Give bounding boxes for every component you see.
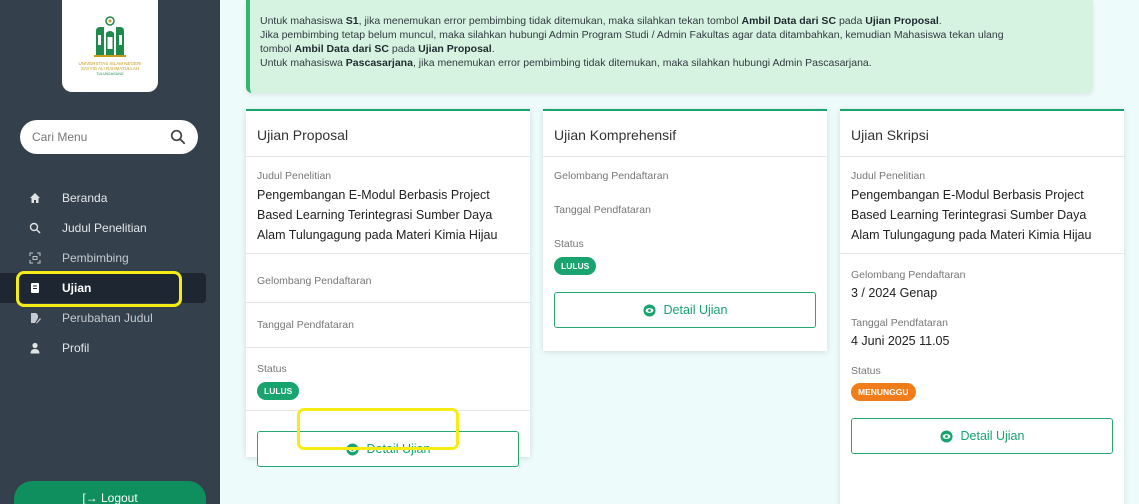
- sidebar-item-label: Perubahan Judul: [62, 311, 153, 325]
- detail-ujian-button[interactable]: Detail Ujian: [851, 418, 1113, 454]
- tanggal-label: Tanggal Pendfataran: [851, 317, 948, 329]
- logo-emblem-icon: [94, 16, 126, 57]
- sidebar-item-pembimbing[interactable]: Pembimbing: [0, 243, 220, 273]
- gelombang-label: Gelombang Pendaftaran: [554, 170, 669, 182]
- sidebar-menu: Beranda Judul Penelitian Pembimbing Ujia…: [0, 183, 220, 363]
- qr-icon: [28, 251, 42, 265]
- card-ujian-skripsi: Ujian Skripsi Judul Penelitian Pengemban…: [840, 109, 1124, 504]
- sidebar-item-profil[interactable]: Profil: [0, 333, 220, 363]
- sidebar-item-beranda[interactable]: Beranda: [0, 183, 220, 213]
- gelombang-value: 3 / 2024 Genap: [851, 286, 938, 300]
- sidebar-item-label: Judul Penelitian: [62, 221, 147, 235]
- logout-button[interactable]: [→ Logout: [14, 481, 206, 504]
- status-badge: MENUNGGU: [851, 383, 916, 401]
- status-label: Status: [554, 238, 584, 250]
- card-title: Ujian Skripsi: [840, 111, 1124, 157]
- judul-label: Judul Penelitian: [851, 170, 926, 182]
- detail-ujian-button[interactable]: Detail Ujian: [257, 431, 519, 467]
- sidebar-item-ujian[interactable]: Ujian: [0, 273, 206, 303]
- sidebar-item-label: Ujian: [62, 281, 92, 295]
- university-logo: UNIVERSITAS ISLAM NEGERI SAYYID ALI RAHM…: [62, 0, 158, 92]
- sidebar-item-label: Pembimbing: [62, 251, 129, 265]
- judul-label: Judul Penelitian: [257, 170, 332, 182]
- sidebar-item-label: Beranda: [62, 191, 108, 205]
- status-label: Status: [257, 363, 287, 375]
- book-icon: [28, 281, 42, 295]
- sidebar-item-judul-penelitian[interactable]: Judul Penelitian: [0, 213, 220, 243]
- sidebar-item-perubahan-judul[interactable]: Perubahan Judul: [0, 303, 220, 333]
- eye-icon: [345, 442, 359, 456]
- info-alert: Untuk mahasiswa S1, jika menemukan error…: [246, 0, 1093, 93]
- card-title: Ujian Proposal: [246, 111, 530, 157]
- eye-icon: [939, 429, 953, 443]
- search-icon[interactable]: [170, 129, 186, 145]
- user-icon: [28, 341, 42, 355]
- card-title: Ujian Komprehensif: [543, 111, 827, 157]
- search-icon: [28, 221, 42, 235]
- tanggal-value: 4 Juni 2025 11.05: [851, 334, 950, 348]
- judul-value: Pengembangan E-Modul Berbasis Project Ba…: [851, 188, 1092, 242]
- search-input[interactable]: [32, 130, 170, 144]
- status-badge: LULUS: [257, 382, 300, 400]
- search-box: [20, 120, 198, 154]
- judul-value: Pengembangan E-Modul Berbasis Project Ba…: [257, 188, 498, 242]
- status-label: Status: [851, 365, 881, 377]
- detail-ujian-button[interactable]: Detail Ujian: [554, 292, 816, 328]
- card-ujian-proposal: Ujian Proposal Judul Penelitian Pengemba…: [246, 109, 530, 467]
- card-ujian-komprehensif: Ujian Komprehensif Gelombang Pendaftaran…: [543, 109, 827, 351]
- status-badge: LULUS: [554, 257, 597, 275]
- home-icon: [28, 191, 42, 205]
- sidebar: UNIVERSITAS ISLAM NEGERI SAYYID ALI RAHM…: [0, 0, 220, 504]
- sidebar-item-label: Profil: [62, 341, 90, 355]
- tanggal-label: Tanggal Pendfataran: [554, 204, 651, 216]
- eye-icon: [642, 303, 656, 317]
- gelombang-label: Gelombang Pendaftaran: [851, 269, 966, 281]
- file-edit-icon: [28, 311, 42, 325]
- gelombang-label: Gelombang Pendaftaran: [257, 275, 372, 287]
- tanggal-label: Tanggal Pendfataran: [257, 319, 354, 331]
